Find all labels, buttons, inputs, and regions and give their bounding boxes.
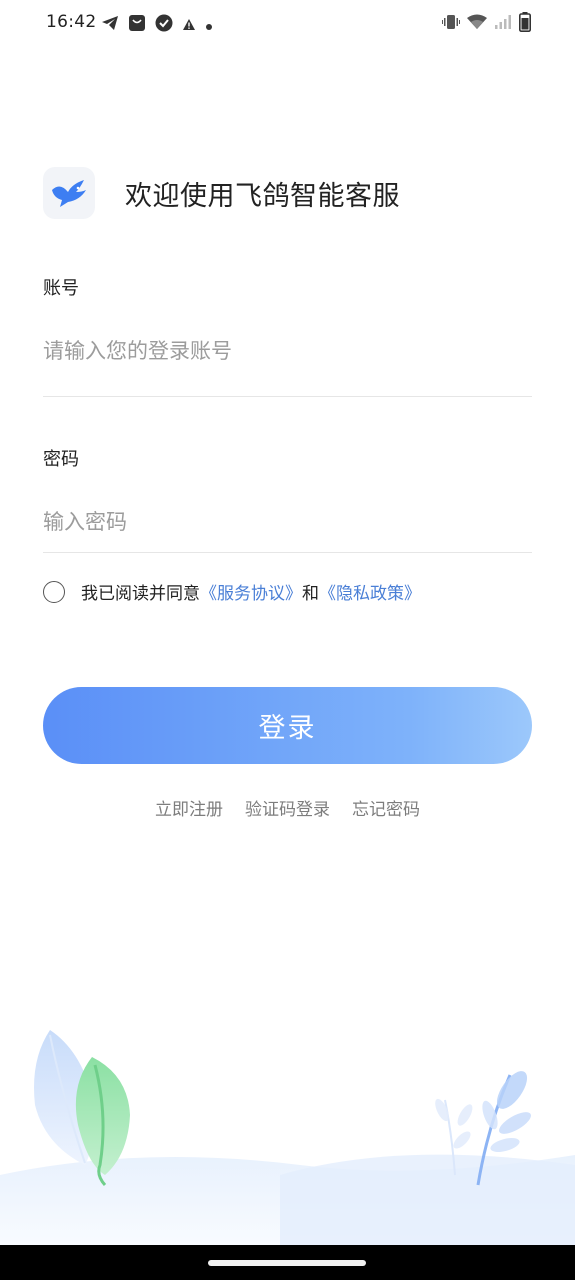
pigeon-icon: [52, 180, 86, 207]
decorative-landscape: [0, 1030, 575, 1245]
agreement-text: 我已阅读并同意: [81, 584, 200, 604]
forgot-password-link[interactable]: 忘记密码: [352, 795, 420, 820]
status-time: 16:42: [46, 12, 97, 32]
dot-icon: [205, 16, 213, 35]
check-circle-icon: [155, 14, 173, 36]
register-link[interactable]: 立即注册: [155, 795, 223, 820]
navigation-bar: [0, 1245, 575, 1280]
app-logo: [43, 167, 95, 219]
account-label: 账号: [43, 278, 79, 299]
notification-icons: [101, 14, 222, 36]
account-input[interactable]: [43, 336, 532, 366]
agree-checkbox[interactable]: [43, 580, 65, 603]
agreement-conjunction: 和: [302, 584, 319, 604]
wifi-icon: [467, 14, 487, 34]
sms-login-link[interactable]: 验证码登录: [245, 795, 330, 820]
telegram-icon: [101, 15, 119, 35]
welcome-header: 欢迎使用飞鸽智能客服: [43, 167, 400, 219]
home-indicator[interactable]: [208, 1260, 366, 1266]
secondary-links: 立即注册 验证码登录 忘记密码: [0, 795, 575, 820]
warning-icon: [182, 16, 196, 35]
status-bar: 16:42: [0, 0, 575, 48]
vibrate-icon: [442, 14, 460, 34]
terms-link[interactable]: 《服务协议》: [200, 579, 302, 604]
password-input[interactable]: [43, 507, 532, 537]
signal-icon: [494, 14, 512, 34]
privacy-link[interactable]: 《隐私政策》: [319, 579, 421, 604]
page-title: 欢迎使用飞鸽智能客服: [125, 180, 400, 212]
account-divider: [43, 396, 532, 397]
shopping-bag-icon: [128, 14, 146, 36]
login-button[interactable]: 登录: [43, 687, 532, 764]
battery-icon: [519, 12, 531, 36]
agreement-row: 我已阅读并同意 《服务协议》和《隐私政策》: [43, 579, 421, 604]
system-icons: [435, 12, 531, 36]
password-label: 密码: [43, 449, 79, 470]
password-divider: [43, 552, 532, 553]
